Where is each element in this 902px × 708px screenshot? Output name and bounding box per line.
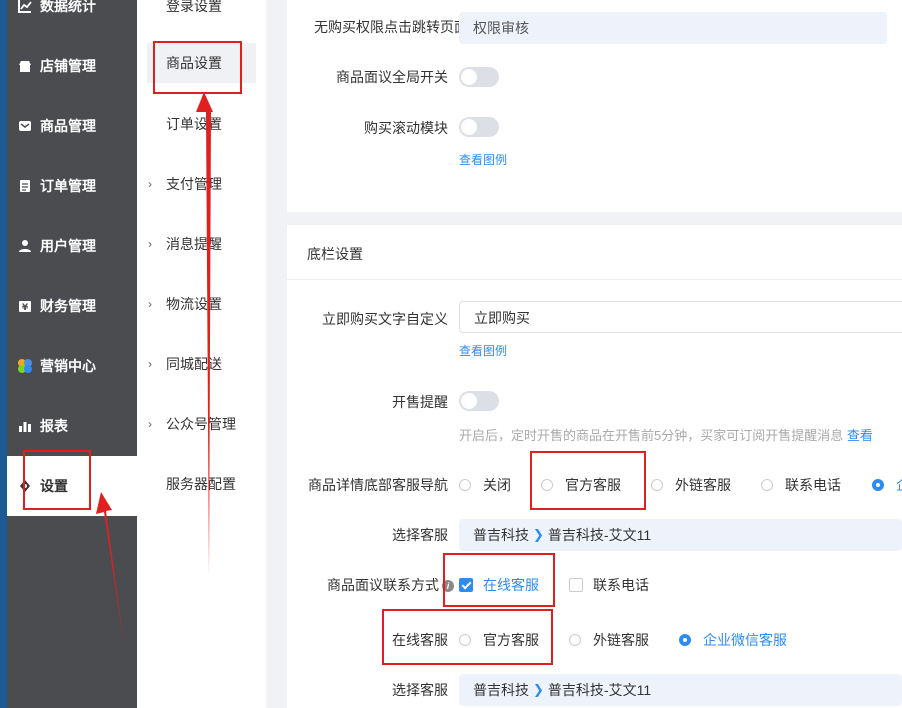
arrow-up-icon (96, 492, 124, 645)
annotation-arrows (96, 92, 213, 645)
arrow-up-icon (196, 92, 213, 575)
